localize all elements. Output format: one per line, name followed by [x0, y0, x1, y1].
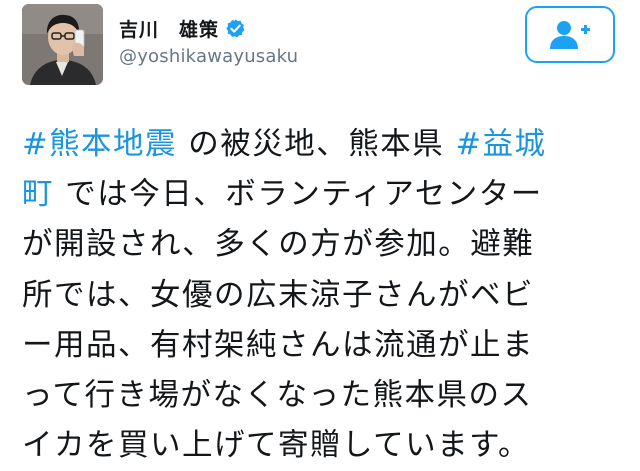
tweet-text: #熊本地震 の被災地、熊本県 #益城町 では今日、ボランティアセンター が開設され… [22, 120, 622, 471]
follow-button[interactable] [525, 6, 615, 63]
tweet-text-line: って行き場がなくなった熊本県のス [22, 371, 622, 421]
user-handle[interactable]: @yoshikawayusaku [119, 46, 298, 67]
tweet-text-line: #熊本地震 の被災地、熊本県 #益城 [22, 120, 622, 170]
tweet-text-segment: って行き場がなくなった熊本県のス [22, 378, 533, 414]
tweet-text-line: イカを買い上げて寄贈しています。 [22, 421, 622, 471]
tweet-text-segment: が開設され、多くの方が参加。避難 [22, 227, 535, 263]
avatar[interactable] [22, 4, 103, 85]
display-name-row: 吉川 雄策 [119, 14, 298, 42]
hashtag-link[interactable]: #益城 [455, 127, 546, 162]
tweet-text-segment: の被災地、熊本県 [177, 127, 456, 162]
avatar-photo [22, 4, 103, 85]
tweet-text-line: 所では、女優の広末涼子さんがベビ [22, 271, 622, 321]
tweet-text-segment: 所では、女優の広末涼子さんがベビ [22, 277, 534, 313]
user-names: 吉川 雄策 @yoshikawayusaku [119, 14, 298, 68]
tweet-text-segment: では今日、ボランティアセンター [54, 177, 543, 213]
display-name[interactable]: 吉川 雄策 [119, 15, 219, 42]
tweet-text-line: ー用品、有村架純さんは流通が止ま [22, 321, 622, 371]
tweet-card: 吉川 雄策 @yoshikawayusaku #熊本地震 の被災地、熊本県 #益… [0, 0, 640, 471]
tweet-text-line: が開設され、多くの方が参加。避難 [22, 220, 622, 270]
hashtag-link[interactable]: 町 [22, 177, 54, 212]
tweet-text-segment: ー用品、有村架純さんは流通が止ま [22, 327, 534, 363]
tweet-text-line: 町 では今日、ボランティアセンター [22, 170, 622, 220]
hashtag-link[interactable]: #熊本地震 [22, 127, 177, 162]
tweet-text-segment: イカを買い上げて寄贈しています。 [22, 428, 531, 464]
add-user-icon [550, 20, 590, 49]
verified-badge-icon [225, 18, 246, 39]
